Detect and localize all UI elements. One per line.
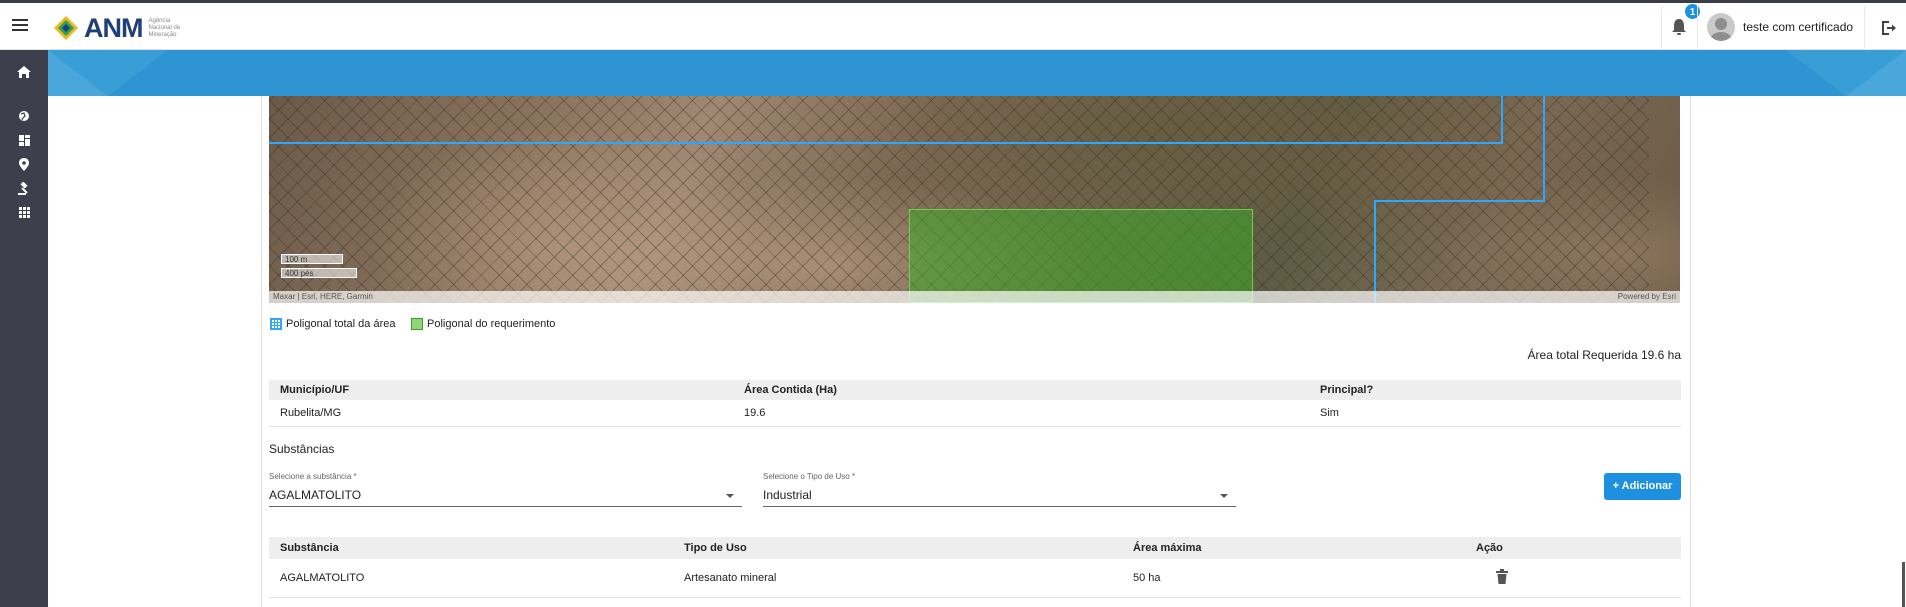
cell-municipio: Rubelita/MG xyxy=(269,400,733,427)
cell-area-contida: 19.6 xyxy=(733,400,1309,427)
cell-substancia: AGALMATOLITO xyxy=(269,559,673,598)
anm-logo-icon xyxy=(54,16,78,40)
location-pin-icon[interactable] xyxy=(12,154,36,174)
menu-icon[interactable] xyxy=(12,17,30,33)
header-divider xyxy=(1661,6,1662,50)
boundary-line xyxy=(1374,200,1376,303)
legend-total-label: Poligonal total da área xyxy=(286,318,396,330)
municipio-table: Município/UF Área Contida (Ha) Principal… xyxy=(269,380,1681,427)
page-scrollbar[interactable] xyxy=(1902,562,1905,607)
notification-badge[interactable]: 1 xyxy=(1684,3,1701,20)
legend-request: Poligonal do requerimento xyxy=(411,318,555,330)
attribution-left: Maxar | Esri, HERE, Garmin xyxy=(273,292,373,301)
apps-grid-icon[interactable] xyxy=(12,202,36,222)
trash-icon[interactable] xyxy=(1496,568,1510,585)
add-button[interactable]: + Adicionar xyxy=(1604,473,1681,500)
hatched-swatch-icon xyxy=(270,318,282,330)
dashboard-icon[interactable] xyxy=(12,130,36,150)
substance-label: Selecione a substância * xyxy=(269,472,357,481)
gavel-icon[interactable] xyxy=(12,178,36,198)
boundary-line xyxy=(1501,96,1503,144)
satellite-map[interactable]: 100 m 400 pés Maxar | Esri, HERE, Garmin… xyxy=(269,96,1680,303)
legend-total: Poligonal total da área xyxy=(270,318,395,330)
logout-icon[interactable] xyxy=(1879,19,1897,37)
substance-table: Substância Tipo de Uso Área máxima Ação … xyxy=(269,537,1681,598)
col-municipio: Município/UF xyxy=(269,380,733,400)
col-area-contida: Área Contida (Ha) xyxy=(733,380,1309,400)
table-row: Rubelita/MG 19.6 Sim xyxy=(269,400,1681,427)
cell-acao xyxy=(1465,559,1681,598)
boundary-line xyxy=(1543,96,1545,202)
col-acao: Ação xyxy=(1465,537,1681,559)
user-icon xyxy=(1710,18,1732,41)
col-tipo-uso: Tipo de Uso xyxy=(673,537,1122,559)
dropdown-caret-icon xyxy=(726,494,734,498)
header-divider xyxy=(1697,6,1698,50)
avatar[interactable] xyxy=(1707,13,1735,41)
cell-tipo-uso: Artesanato mineral xyxy=(673,559,1122,598)
boundary-line xyxy=(269,142,1503,144)
user-name[interactable]: teste com certificado xyxy=(1743,20,1853,34)
table-header-row: Substância Tipo de Uso Área máxima Ação xyxy=(269,537,1681,559)
logo-text: ANM xyxy=(84,12,143,43)
cell-area-maxima: 50 ha xyxy=(1122,559,1465,598)
dropdown-caret-icon xyxy=(1220,494,1228,498)
sidebar xyxy=(0,50,48,607)
green-swatch-icon xyxy=(411,318,423,330)
band-decoration xyxy=(48,50,1906,96)
request-area-polygon xyxy=(909,209,1253,303)
header-band xyxy=(48,50,1906,96)
table-header-row: Município/UF Área Contida (Ha) Principal… xyxy=(269,380,1681,400)
cell-principal: Sim xyxy=(1309,400,1681,427)
header-divider xyxy=(1864,6,1865,50)
col-principal: Principal? xyxy=(1309,380,1681,400)
use-type-select[interactable]: Selecione o Tipo de Uso * Industrial xyxy=(763,472,1236,507)
globe-icon[interactable] xyxy=(12,106,36,126)
anm-logo[interactable]: ANM Agência Nacional de Mineração xyxy=(52,11,192,45)
map-attribution: Maxar | Esri, HERE, Garmin Powered by Es… xyxy=(269,291,1680,303)
use-type-label: Selecione o Tipo de Uso * xyxy=(763,472,856,481)
top-bar: ANM Agência Nacional de Mineração 1 test… xyxy=(0,0,1906,50)
substance-select[interactable]: Selecione a substância * AGALMATOLITO xyxy=(269,472,742,507)
bell-icon[interactable] xyxy=(1670,17,1690,39)
use-type-value: Industrial xyxy=(763,488,812,502)
substance-value: AGALMATOLITO xyxy=(269,488,362,502)
logo-subtext: Agência Nacional de Mineração xyxy=(148,17,181,38)
col-substancia: Substância xyxy=(269,537,673,559)
boundary-line xyxy=(1374,200,1545,202)
section-title-substancias: Substâncias xyxy=(269,442,335,456)
scale-imperial: 400 pés xyxy=(281,268,357,278)
area-total: Área total Requerida 19.6 ha xyxy=(1527,348,1681,362)
col-area-maxima: Área máxima xyxy=(1122,537,1465,559)
scale-metric: 100 m xyxy=(281,254,343,264)
table-row: AGALMATOLITO Artesanato mineral 50 ha xyxy=(269,559,1681,598)
home-icon[interactable] xyxy=(12,62,36,82)
legend-request-label: Poligonal do requerimento xyxy=(427,318,556,330)
attribution-right[interactable]: Powered by Esri xyxy=(1618,291,1676,303)
